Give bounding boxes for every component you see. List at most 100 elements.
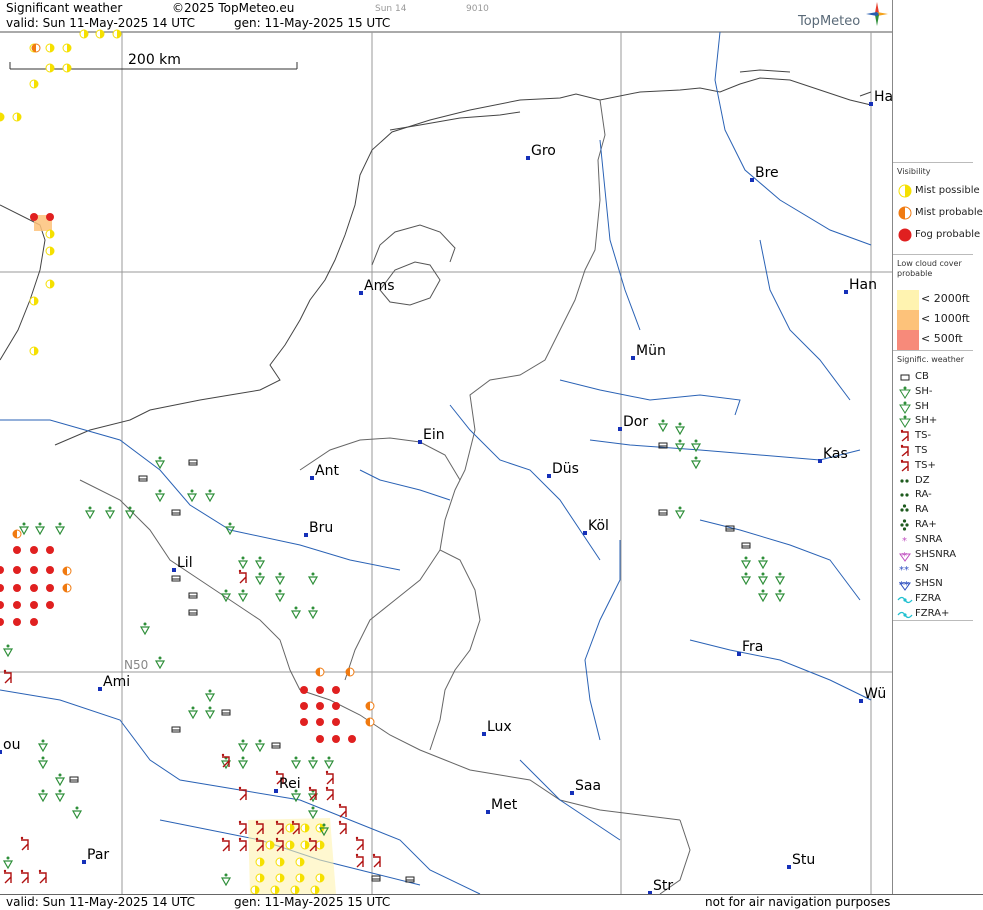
city-marker[interactable]: Köl — [583, 518, 609, 535]
city-marker[interactable]: Str — [648, 878, 673, 895]
city-marker[interactable]: Han — [844, 277, 877, 294]
thunder-icon — [338, 820, 347, 835]
city-marker[interactable]: Rei — [274, 776, 301, 793]
city-marker[interactable]: Gro — [526, 143, 556, 160]
city-label: Ant — [315, 463, 339, 479]
fog-probable-icon — [348, 735, 356, 743]
city-marker[interactable]: Stu — [787, 852, 815, 869]
city-marker[interactable]: Fra — [737, 639, 763, 656]
fog-probable-icon — [46, 566, 54, 574]
city-marker[interactable]: Lux — [482, 719, 512, 736]
city-label: Mün — [636, 343, 666, 359]
sleet-shower-icon: * — [899, 551, 911, 562]
scale-label: 200 km — [128, 52, 181, 68]
shower-icon — [690, 456, 702, 470]
rain-icon — [900, 504, 909, 512]
mist-possible-icon — [290, 885, 300, 895]
shower-icon — [18, 522, 30, 536]
coastline — [0, 69, 872, 446]
city-dot — [818, 459, 822, 463]
cb-icon — [188, 592, 198, 599]
legend-label: TS+ — [915, 459, 936, 471]
fog-probable-icon — [13, 618, 21, 626]
city-dot — [82, 860, 86, 864]
city-marker[interactable]: Ant — [310, 463, 339, 480]
mist-probable-icon — [31, 43, 41, 53]
fog-probable-icon — [30, 566, 38, 574]
mist-probable-icon — [12, 529, 22, 539]
cb-icon — [741, 542, 751, 549]
legend-sigwx-item: FZRA+ — [893, 607, 983, 621]
city-marker[interactable]: Ein — [418, 427, 445, 444]
mist-possible-icon — [898, 184, 912, 198]
city-dot — [737, 652, 741, 656]
footer-bar: valid: Sun 11-May-2025 14 UTC gen: 11-Ma… — [0, 894, 983, 910]
city-dot — [618, 427, 622, 431]
city-dot — [583, 531, 587, 535]
drizzle-icon — [900, 478, 909, 483]
city-marker[interactable]: Mün — [631, 343, 666, 360]
shower-icon — [757, 589, 769, 603]
city-marker[interactable]: Par — [82, 847, 109, 864]
city-marker[interactable]: Wü — [859, 686, 886, 703]
shower-heavy-icon — [899, 415, 911, 429]
city-marker[interactable]: Saa — [570, 778, 601, 795]
mist-possible-icon — [300, 840, 310, 850]
thunder-icon — [325, 770, 334, 785]
city-label: Köl — [588, 518, 609, 534]
city-label: Ha — [874, 89, 892, 105]
shower-icon — [899, 401, 911, 414]
thunder-icon — [238, 786, 247, 801]
fog-probable-icon — [46, 601, 54, 609]
cb-icon — [138, 475, 148, 482]
fog-probable-icon — [0, 618, 4, 626]
city-marker[interactable]: Bru — [304, 520, 333, 537]
legend-sigwx-item: * SHSNRA — [893, 548, 983, 562]
shower-icon — [757, 556, 769, 570]
city-marker[interactable]: Met — [486, 797, 518, 814]
city-marker[interactable]: Dor — [618, 414, 648, 431]
fog-probable-icon — [30, 584, 38, 592]
city-dot — [750, 178, 754, 182]
fog-probable-icon — [332, 735, 340, 743]
city-marker[interactable]: Ams — [359, 278, 395, 295]
shower-icon — [657, 419, 669, 433]
city-dot — [98, 687, 102, 691]
mist-possible-icon — [45, 246, 55, 256]
shower-icon — [307, 606, 319, 620]
city-marker[interactable]: Ami — [98, 674, 130, 691]
mist-possible-icon — [270, 885, 280, 895]
fog-probable-icon — [332, 686, 340, 694]
shower-icon — [139, 622, 151, 636]
city-dot — [359, 291, 363, 295]
city-marker[interactable]: Düs — [547, 461, 579, 478]
freezing-rain-heavy-icon — [897, 611, 913, 618]
city-marker[interactable]: Ha — [869, 89, 892, 106]
city-marker[interactable]: ou — [0, 737, 20, 754]
shower-icon — [2, 856, 14, 870]
legend-sigwx-item: RA- — [893, 488, 983, 502]
mist-possible-icon — [29, 296, 39, 306]
legend-label: TS- — [915, 430, 932, 442]
footer-generated: gen: 11-May-2025 15 UTC — [234, 895, 391, 909]
mist-possible-icon — [112, 29, 122, 39]
shower-icon — [237, 589, 249, 603]
legend-cloud-item: < 2000ft — [893, 290, 983, 310]
city-dot — [482, 732, 486, 736]
shower-icon — [237, 756, 249, 770]
city-marker[interactable]: Bre — [750, 165, 779, 182]
fog-probable-icon — [300, 686, 308, 694]
weather-map[interactable]: N50 200 km HaGroBreAms HanMünDorEinKasDü… — [0, 0, 892, 909]
fog-probable-icon — [898, 228, 912, 242]
mist-possible-icon — [315, 840, 325, 850]
legend-cloud-item: < 500ft — [893, 330, 983, 350]
city-dot — [418, 440, 422, 444]
legend-sigwx-item: ** SHSN — [893, 577, 983, 591]
fog-probable-icon — [0, 566, 4, 574]
legend-visibility-title: Visibility — [897, 167, 931, 176]
city-marker[interactable]: Kas — [818, 446, 848, 463]
thunder-icon — [355, 853, 364, 868]
legend-label: < 2000ft — [921, 292, 970, 305]
thunder-icon — [325, 786, 334, 801]
freezing-rain-icon — [897, 596, 913, 604]
